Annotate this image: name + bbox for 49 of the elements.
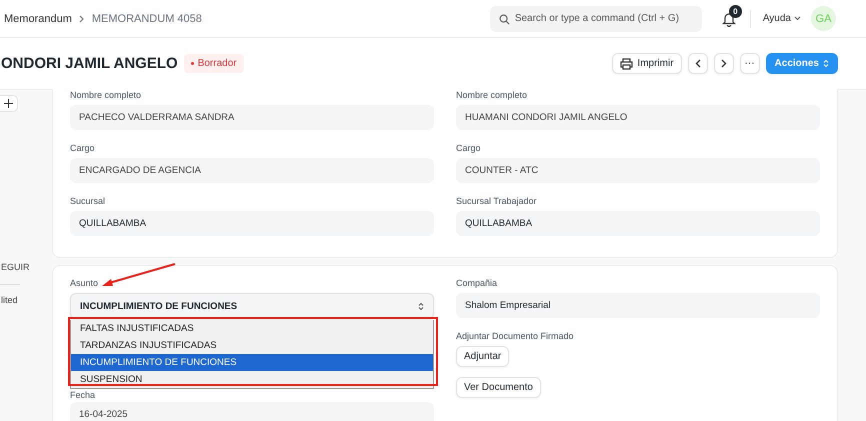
read-only-field: PACHECO VALDERRAMA SANDRA — [70, 105, 434, 130]
field-label: Sucursal — [70, 196, 106, 207]
attach-button[interactable]: Adjuntar — [456, 346, 510, 367]
dropdown-option[interactable]: FALTAS INJUSTIFICADAS — [71, 320, 433, 337]
chevron-icon — [78, 14, 85, 22]
notification-count: 0 — [728, 4, 742, 18]
field-label: Cargo — [70, 143, 96, 154]
dropdown-option[interactable]: INCUMPLIMIENTO DE FUNCIONES — [71, 354, 433, 371]
print-button[interactable]: Imprimir — [612, 53, 682, 74]
breadcrumb-link[interactable]: MEMORANDUM 4058 — [92, 12, 202, 24]
breadcrumb-link[interactable]: Memorandum — [4, 12, 72, 24]
view-document-button[interactable]: Ver Documento — [456, 377, 541, 398]
help-menu[interactable]: Ayuda — [762, 13, 801, 24]
sort-caret-icon — [823, 59, 829, 68]
caret-icon — [794, 16, 801, 21]
read-only-field: HUAMANI CONDORI JAMIL ANGELO — [456, 105, 820, 130]
plus-icon — [4, 99, 12, 108]
read-only-field: COUNTER - ATC — [456, 158, 820, 183]
search-field[interactable]: Search or type a command (Ctrl + G) — [490, 6, 702, 32]
chevron-right-icon — [720, 59, 727, 68]
search-icon — [498, 14, 510, 24]
read-only-field: 16-04-2025 — [70, 402, 434, 421]
sidebar-item[interactable]: EGUIR — [1, 262, 52, 272]
read-only-field: QUILLABAMBA — [70, 211, 434, 236]
field-label: Asunto — [70, 278, 100, 289]
printer-icon — [620, 58, 634, 70]
sort-caret-icon — [418, 302, 424, 310]
add-button[interactable] — [0, 95, 18, 112]
field-label: Compañia — [456, 278, 498, 289]
sidebar-item[interactable]: lited — [1, 295, 52, 305]
field-label: Adjuntar Documento Firmado — [456, 331, 575, 342]
status-badge: Borrador — [184, 54, 244, 73]
dropdown-option[interactable]: SUSPENSION — [71, 371, 433, 388]
select-field[interactable]: INCUMPLIMIENTO DE FUNCIONES — [70, 293, 434, 319]
chevron-left-icon — [694, 59, 701, 68]
previous-button[interactable] — [688, 53, 708, 74]
dropdown-option[interactable]: TARDANZAS INJUSTIFICADAS — [71, 337, 433, 354]
read-only-field: QUILLABAMBA — [456, 211, 820, 236]
field-label: Cargo — [456, 143, 482, 154]
more-button[interactable]: ··· — [740, 53, 760, 74]
next-button[interactable] — [714, 53, 734, 74]
field-label: Nombre completo — [70, 90, 142, 101]
read-only-field: ENCARGADO DE AGENCIA — [70, 158, 434, 183]
field-label: Sucursal Trabajador — [456, 196, 538, 207]
read-only-field: Shalom Empresarial — [456, 293, 820, 318]
field-label: Fecha — [70, 390, 96, 401]
page-title: ONDORI JAMIL ANGELO — [1, 55, 178, 72]
dot-icon — [190, 62, 194, 65]
field-label: Nombre completo — [456, 90, 528, 101]
